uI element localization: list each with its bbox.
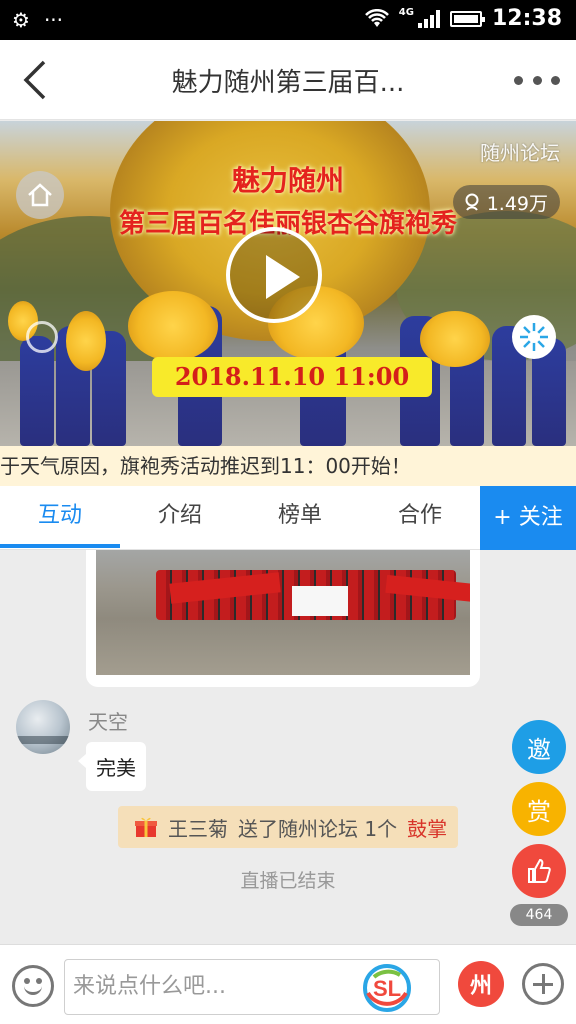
like-count: 464 [510, 904, 568, 926]
add-icon[interactable] [522, 963, 564, 1005]
live-badge-icon[interactable] [512, 315, 556, 359]
invite-button[interactable]: 邀 [512, 720, 566, 774]
thumbs-up-icon [528, 858, 551, 883]
more-dots-icon: ··· [43, 8, 64, 32]
title-bar: 魅力随州第三届百... [0, 40, 576, 120]
status-right: 4G 12:38 [364, 6, 562, 31]
back-arrow-icon[interactable] [16, 58, 56, 102]
gift-text: 送了随州论坛 1个 [238, 816, 398, 841]
more-dots-icon[interactable] [514, 70, 560, 90]
site-logo-icon: SL [363, 964, 411, 1012]
tab-introduction[interactable]: 介绍 [120, 486, 240, 548]
view-count: 1.49万 [452, 185, 560, 219]
tab-bar: 互动 介绍 榜单 合作 + 关注 [0, 486, 576, 550]
gift-button[interactable]: 州 [458, 961, 504, 1007]
gift-icon [135, 817, 157, 837]
video-source-watermark: 随州论坛 [480, 141, 560, 165]
video-date: 2018.11.10 11:00 [152, 357, 432, 397]
page-title: 魅力随州第三届百... [171, 68, 405, 98]
tab-cooperation[interactable]: 合作 [360, 486, 480, 548]
message-bubble: 完美 [78, 742, 146, 791]
network-type: 4G [398, 7, 414, 18]
search-icon [465, 193, 479, 211]
reward-button[interactable]: 赏 [512, 782, 566, 836]
message-username: 天空 [88, 710, 128, 734]
signal-icon [417, 9, 440, 28]
gift-button-glyph: 州 [469, 974, 492, 999]
tab-interaction[interactable]: 互动 [0, 486, 120, 548]
chat-feed[interactable]: 天空 完美 王三菊 送了随州论坛 1个 鼓掌 直播已结束 邀 赏 464 [0, 550, 576, 944]
wifi-icon [364, 8, 389, 27]
gift-item: 鼓掌 [407, 816, 448, 841]
home-icon[interactable] [16, 171, 64, 219]
settings-icon: ⚙ [12, 8, 30, 32]
comment-bar: 来说点什么吧... SL 州 [0, 944, 576, 1024]
status-bar: ⚙ ··· 4G 12:38 [0, 0, 576, 40]
tab-ranking[interactable]: 榜单 [240, 486, 360, 548]
emoji-icon[interactable] [12, 965, 54, 1007]
follow-button[interactable]: + 关注 [480, 486, 576, 550]
video-player[interactable]: 魅力随州 第三届百名佳丽银杏谷旗袍秀 2018.11.10 11:00 随州论坛… [0, 121, 576, 446]
logo-text: SL [373, 976, 401, 1001]
view-count-value: 1.49万 [486, 192, 548, 215]
group-photo[interactable] [96, 550, 470, 675]
avatar[interactable] [16, 700, 70, 754]
like-button[interactable] [512, 844, 566, 898]
play-button[interactable] [226, 227, 322, 323]
battery-icon [449, 10, 485, 27]
loop-icon[interactable] [26, 321, 58, 353]
message-photo-card[interactable] [86, 550, 480, 687]
clock: 12:38 [491, 6, 562, 31]
gift-sender: 王三菊 [168, 816, 228, 841]
announcement-marquee: 于天气原因，旗袍秀活动推迟到11：00开始！ [0, 446, 576, 486]
status-left: ⚙ ··· [12, 8, 63, 32]
gift-notification: 王三菊 送了随州论坛 1个 鼓掌 [118, 806, 458, 848]
live-ended-label: 直播已结束 [240, 870, 336, 892]
